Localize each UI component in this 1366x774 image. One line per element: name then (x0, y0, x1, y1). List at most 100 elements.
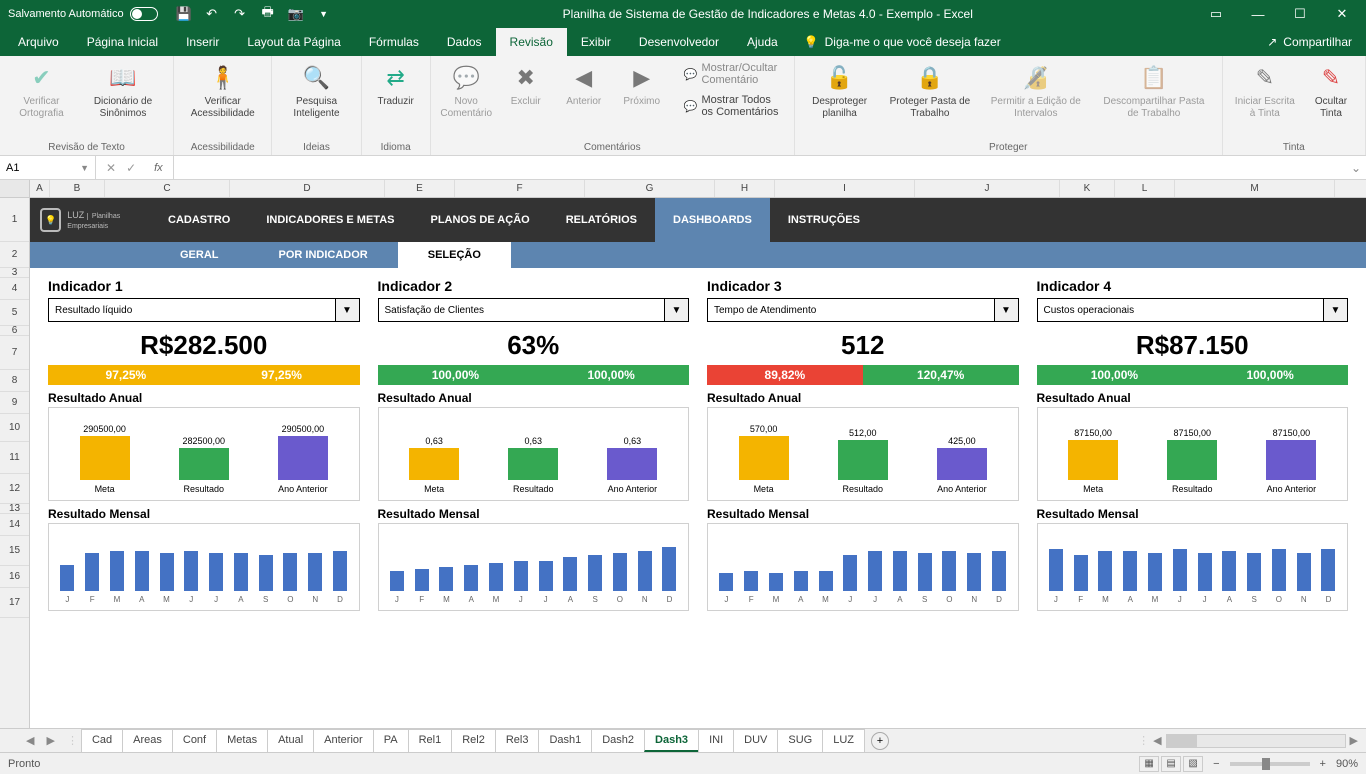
camera-icon[interactable]: 📷 (288, 6, 304, 22)
ribbon-tab-desenvolvedor[interactable]: Desenvolvedor (625, 28, 733, 56)
maximize-icon[interactable]: ☐ (1288, 2, 1312, 26)
sheet-tab[interactable]: Metas (216, 729, 268, 752)
column-header[interactable]: C (105, 180, 230, 197)
sheet-tab[interactable]: Areas (122, 729, 173, 752)
sheet-tab[interactable]: Dash1 (538, 729, 592, 752)
dashboard-tab[interactable]: RELATÓRIOS (548, 198, 655, 242)
column-header[interactable]: A (30, 180, 50, 197)
column-header[interactable]: D (230, 180, 385, 197)
select-all-corner[interactable] (0, 180, 30, 197)
sheet-nav-next-icon[interactable]: ▶ (40, 734, 60, 747)
column-header[interactable]: B (50, 180, 105, 197)
row-header[interactable]: 7 (0, 336, 29, 370)
enter-icon[interactable]: ✓ (126, 161, 136, 175)
sheet-tab[interactable]: Conf (172, 729, 217, 752)
start-ink-button[interactable]: ✎Iniciar Escrita à Tinta (1231, 60, 1299, 122)
sheet-tab[interactable]: Atual (267, 729, 314, 752)
undo-icon[interactable]: ↶ (204, 6, 220, 22)
ribbon-options-icon[interactable]: ▭ (1204, 2, 1228, 26)
row-header[interactable]: 12 (0, 474, 29, 504)
indicator-select[interactable]: Satisfação de Clientes▼ (378, 298, 690, 322)
print-icon[interactable]: 🖶 (260, 6, 276, 22)
row-header[interactable]: 10 (0, 414, 29, 442)
row-header[interactable]: 14 (0, 514, 29, 536)
sheet-tab[interactable]: DUV (733, 729, 778, 752)
column-header[interactable]: L (1115, 180, 1175, 197)
row-header[interactable]: 13 (0, 504, 29, 514)
row-header[interactable]: 1 (0, 198, 29, 242)
close-icon[interactable]: ✕ (1330, 2, 1354, 26)
row-header[interactable]: 17 (0, 588, 29, 618)
delete-comment-button[interactable]: ✖Excluir (500, 60, 552, 110)
sub-tab[interactable]: POR INDICADOR (249, 242, 398, 268)
sheet-tab[interactable]: Rel3 (495, 729, 540, 752)
hide-ink-button[interactable]: ✎Ocultar Tinta (1305, 60, 1357, 122)
tell-me-search[interactable]: 💡Diga-me o que você deseja fazer (804, 35, 1001, 49)
ribbon-tab-dados[interactable]: Dados (433, 28, 496, 56)
scroll-left-icon[interactable]: ◀ (1153, 734, 1161, 747)
row-header[interactable]: 15 (0, 536, 29, 566)
sheet-tab[interactable]: INI (698, 729, 734, 752)
sheet-tab[interactable]: Dash2 (591, 729, 645, 752)
minimize-icon[interactable]: — (1246, 2, 1270, 26)
column-header[interactable]: F (455, 180, 585, 197)
sub-tab[interactable]: GERAL (150, 242, 249, 268)
dashboard-tab[interactable]: CADASTRO (150, 198, 248, 242)
column-header[interactable]: H (715, 180, 775, 197)
indicator-select[interactable]: Custos operacionais▼ (1037, 298, 1349, 322)
expand-formula-bar-icon[interactable]: ⌄ (1346, 161, 1366, 175)
column-header[interactable]: G (585, 180, 715, 197)
smart-lookup-button[interactable]: 🔍Pesquisa Inteligente (280, 60, 352, 122)
column-header[interactable]: M (1175, 180, 1335, 197)
sheet-tab[interactable]: Rel2 (451, 729, 496, 752)
ribbon-tab-layout-da-página[interactable]: Layout da Página (233, 28, 354, 56)
fx-icon[interactable]: fx (154, 162, 163, 174)
sub-tab[interactable]: SELEÇÃO (398, 242, 511, 268)
row-header[interactable]: 3 (0, 268, 29, 278)
translate-button[interactable]: ⇄Traduzir (370, 60, 422, 110)
share-button[interactable]: ↗Compartilhar (1267, 35, 1366, 49)
page-break-button[interactable]: ▧ (1183, 756, 1203, 772)
column-header[interactable]: E (385, 180, 455, 197)
sheet-tab[interactable]: SUG (777, 729, 823, 752)
unprotect-sheet-button[interactable]: 🔓Desproteger planilha (803, 60, 877, 122)
horizontal-scrollbar[interactable] (1166, 734, 1346, 748)
column-header[interactable]: J (915, 180, 1060, 197)
new-comment-button[interactable]: 💬Novo Comentário (439, 60, 494, 122)
row-header[interactable]: 16 (0, 566, 29, 588)
normal-view-button[interactable]: ▦ (1139, 756, 1159, 772)
ribbon-tab-arquivo[interactable]: Arquivo (4, 28, 73, 56)
thesaurus-button[interactable]: 📖Dicionário de Sinônimos (81, 60, 165, 122)
sheet-tab[interactable]: Anterior (313, 729, 374, 752)
page-layout-button[interactable]: ▤ (1161, 756, 1181, 772)
prev-comment-button[interactable]: ◀Anterior (558, 60, 610, 110)
name-box[interactable]: A1▼ (0, 156, 96, 179)
spellcheck-button[interactable]: ✔Verificar Ortografia (8, 60, 75, 122)
qat-dropdown-icon[interactable]: ▼ (316, 6, 332, 22)
row-header[interactable]: 2 (0, 242, 29, 268)
sheet-tab[interactable]: Rel1 (408, 729, 453, 752)
column-header[interactable]: K (1060, 180, 1115, 197)
accessibility-button[interactable]: 🧍Verificar Acessibilidade (182, 60, 263, 122)
column-header[interactable]: I (775, 180, 915, 197)
ribbon-tab-ajuda[interactable]: Ajuda (733, 28, 792, 56)
unshare-workbook-button[interactable]: 📋Descompartilhar Pasta de Trabalho (1094, 60, 1213, 122)
scroll-right-icon[interactable]: ▶ (1350, 734, 1358, 747)
ribbon-tab-exibir[interactable]: Exibir (567, 28, 625, 56)
indicator-select[interactable]: Tempo de Atendimento▼ (707, 298, 1019, 322)
ribbon-tab-página-inicial[interactable]: Página Inicial (73, 28, 172, 56)
row-header[interactable]: 9 (0, 392, 29, 414)
show-hide-comment-button[interactable]: 💬Mostrar/Ocultar Comentário (680, 60, 786, 88)
indicator-select[interactable]: Resultado líquido▼ (48, 298, 360, 322)
sheet-tab[interactable]: PA (373, 729, 409, 752)
row-header[interactable]: 8 (0, 370, 29, 392)
sheet-nav-prev-icon[interactable]: ◀ (20, 734, 40, 747)
dashboard-tab[interactable]: INSTRUÇÕES (770, 198, 878, 242)
dashboard-tab[interactable]: PLANOS DE AÇÃO (412, 198, 547, 242)
dashboard-tab[interactable]: DASHBOARDS (655, 198, 770, 242)
sheet-tab[interactable]: Dash3 (644, 729, 699, 752)
sheet-tab[interactable]: LUZ (822, 729, 865, 752)
allow-edit-ranges-button[interactable]: 🔏Permitir a Edição de Intervalos (983, 60, 1088, 122)
row-header[interactable]: 4 (0, 278, 29, 300)
next-comment-button[interactable]: ▶Próximo (616, 60, 668, 110)
